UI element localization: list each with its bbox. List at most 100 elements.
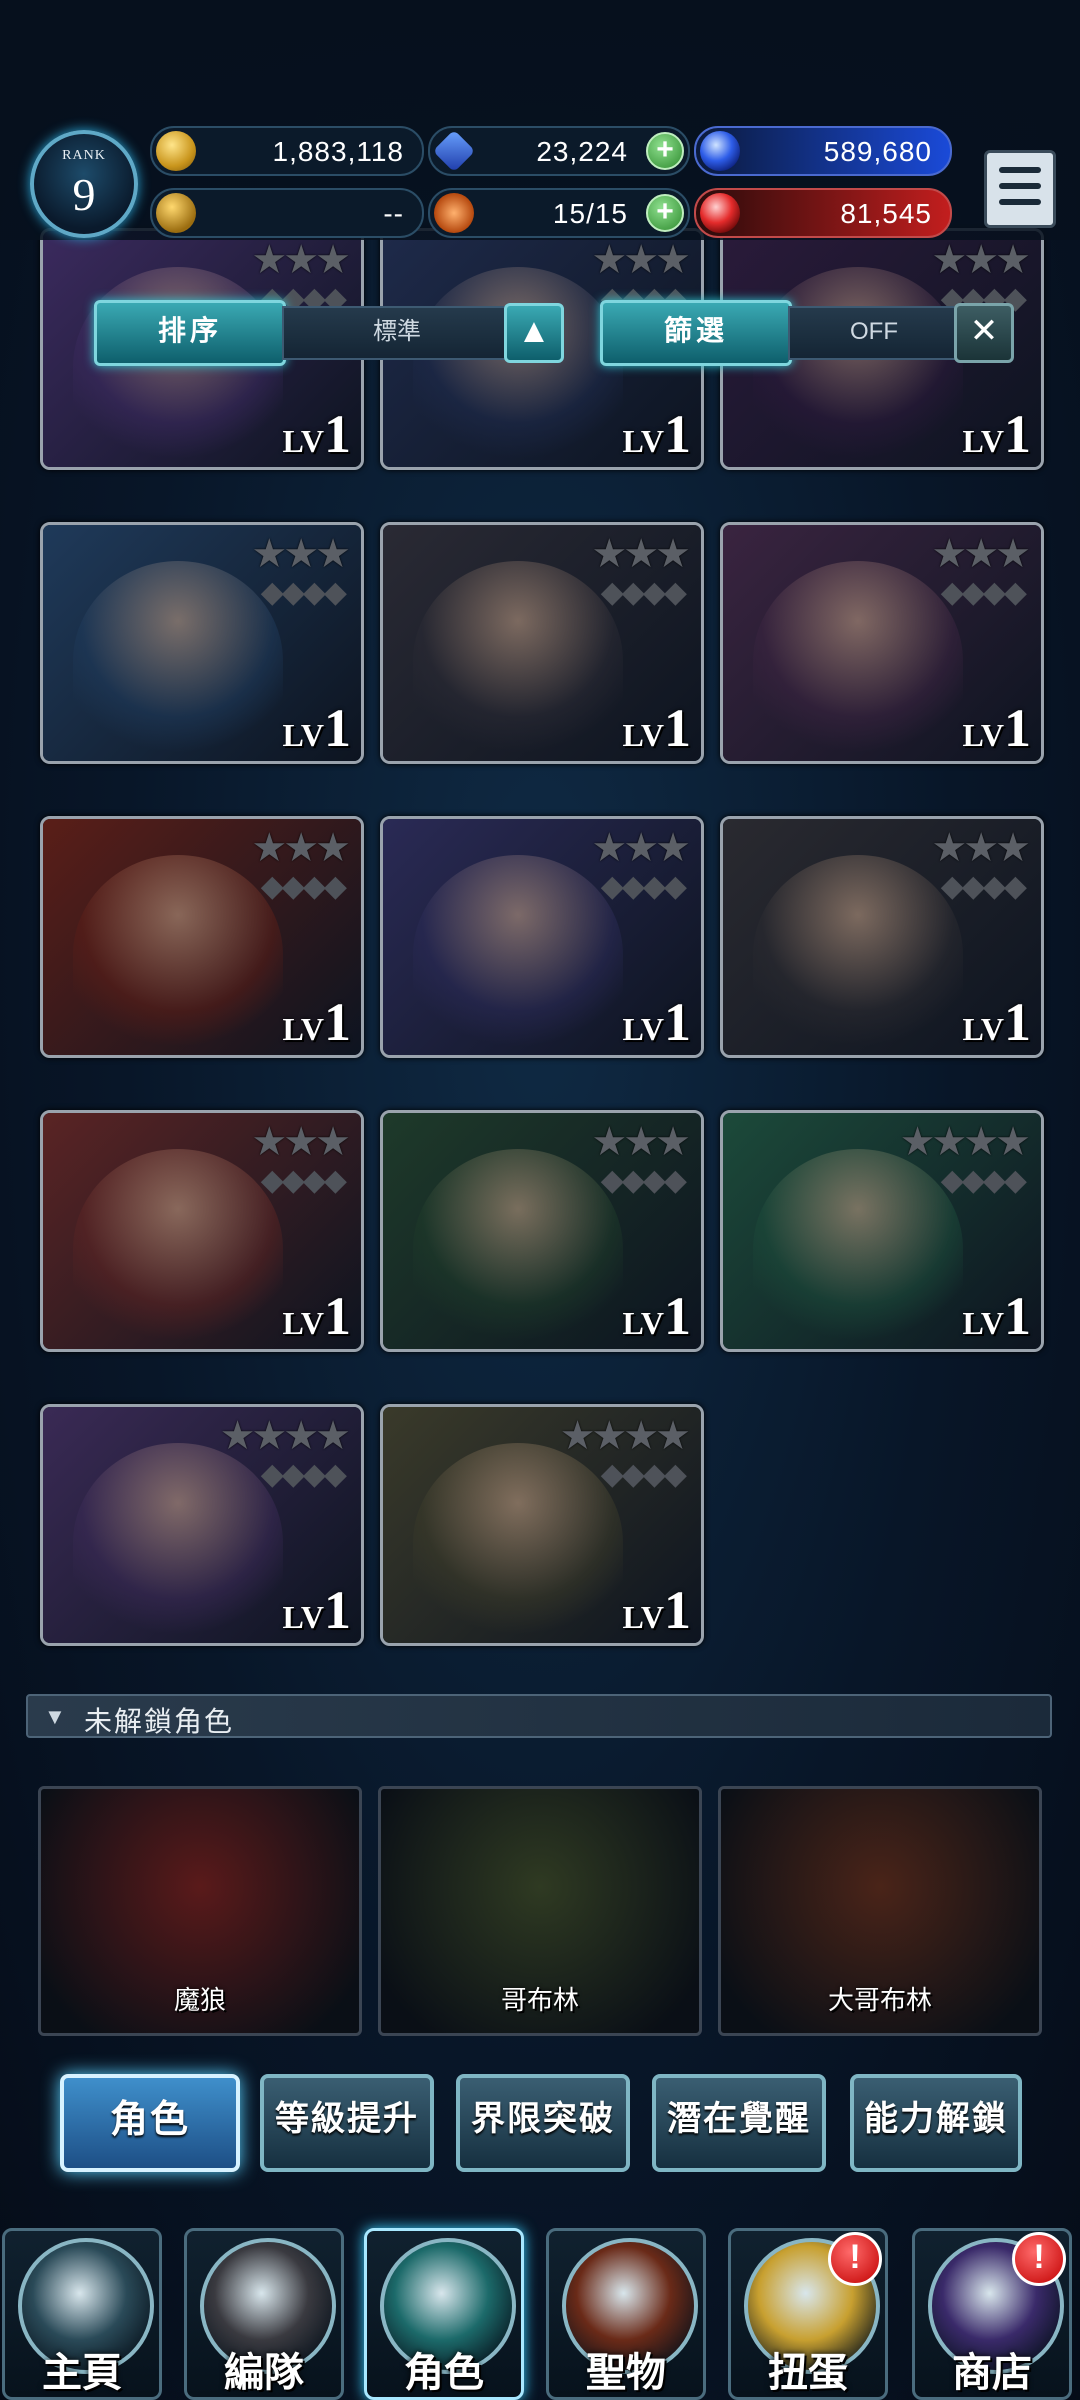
rarity-stars-icon: ★★★★ [219,1414,351,1458]
menu-button[interactable] [984,150,1056,228]
character-silhouette [413,1149,623,1349]
character-card[interactable]: ★★★ ◆◆◆◆ LV1 [380,816,704,1058]
character-level: LV1 [282,697,351,759]
rank-badge[interactable]: RANK 9 [30,130,138,238]
tab-1[interactable]: 等級提升 [260,2074,434,2172]
nav-home[interactable]: 主頁 [2,2228,162,2400]
rarity-stars-icon: ★★★ [251,1120,351,1164]
tab-0[interactable]: 角色 [60,2074,240,2172]
filter-value[interactable]: OFF [788,306,960,360]
character-level: LV1 [282,403,351,465]
add-gems-button[interactable]: + [646,132,684,170]
level-prefix: LV [622,1305,664,1341]
level-prefix: LV [282,423,324,459]
character-silhouette [753,267,963,467]
character-card[interactable]: ★★★ ◆◆◆◆ LV1 [40,522,364,764]
rarity-stars-icon: ★★★ [251,826,351,870]
character-card[interactable]: ★★★ ◆◆◆◆ LV1 [720,522,1044,764]
nav-relic[interactable]: 聖物 [546,2228,706,2400]
character-level: LV1 [622,1285,691,1347]
red-orb-counter: 81,545 [694,188,952,238]
filter-button[interactable]: 篩選 [600,300,792,366]
nav-label: 聖物 [586,2350,666,2395]
nav-label: 編隊 [224,2350,304,2395]
character-card[interactable]: ★★★ ◆◆◆◆ LV1 [40,1110,364,1352]
character-card[interactable]: ★★★ ◆◆◆◆ LV1 [40,816,364,1058]
gem-counter: 23,224 + [428,126,690,176]
character-silhouette [753,561,963,761]
awakening-diamonds-icon: ◆◆◆◆ [940,1164,1027,1197]
locked-section-title: 未解鎖角色 [84,1706,235,1737]
level-prefix: LV [282,1305,324,1341]
character-level: LV1 [282,991,351,1053]
locked-character-card[interactable]: 哥布林 [378,1786,702,2036]
locked-character-name: 大哥布林 [827,1985,932,2015]
gem-icon [432,129,476,173]
nav-character[interactable]: 角色 [364,2228,524,2400]
character-card[interactable]: ★★★★ ◆◆◆◆ LV1 [40,1404,364,1646]
character-level: LV1 [282,1285,351,1347]
character-silhouette [73,1149,283,1349]
rarity-stars-icon: ★★★ [931,532,1031,576]
collapse-triangle-icon: ▼ [44,1704,66,1729]
character-level: LV1 [962,1285,1031,1347]
filter-clear-button[interactable]: ✕ [954,303,1014,363]
character-silhouette [413,561,623,761]
character-level: LV1 [622,697,691,759]
rarity-stars-icon: ★★★ [591,826,691,870]
nav-shop[interactable]: ! 商店 [912,2228,1072,2400]
rarity-stars-icon: ★★★ [931,826,1031,870]
tab-2[interactable]: 界限突破 [456,2074,630,2172]
level-prefix: LV [622,1599,664,1635]
character-silhouette [753,855,963,1055]
rank-label: RANK [62,148,106,163]
locked-characters-header[interactable]: ▼ 未解鎖角色 [26,1694,1052,1738]
nav-gacha[interactable]: ! 扭蛋 [728,2228,888,2400]
sort-direction-button[interactable]: ▲ [504,303,564,363]
sort-value[interactable]: 標準 [282,306,512,360]
tab-3[interactable]: 潛在覺醒 [652,2074,826,2172]
locked-character-card[interactable]: 魔狼 [38,1786,362,2036]
character-card[interactable]: ★★★ ◆◆◆◆ LV1 [720,816,1044,1058]
character-card[interactable]: ★★★★ ◆◆◆◆ LV1 [380,1404,704,1646]
awakening-diamonds-icon: ◆◆◆◆ [600,576,687,609]
red-orb-icon [700,193,740,233]
character-card[interactable]: ★★★ ◆◆◆◆ LV1 [380,522,704,764]
level-value: 1 [324,1286,351,1346]
tab-4[interactable]: 能力解鎖 [850,2074,1022,2172]
character-card[interactable]: ★★★★ ◆◆◆◆ LV1 [720,1110,1044,1352]
level-value: 1 [664,1580,691,1640]
stamina-counter: 15/15 + [428,188,690,238]
awakening-diamonds-icon: ◆◆◆◆ [600,1164,687,1197]
level-value: 1 [324,698,351,758]
nav-party[interactable]: 編隊 [184,2228,344,2400]
character-card[interactable]: ★★★ ◆◆◆◆ LV1 [380,1110,704,1352]
notification-badge-icon: ! [828,2232,882,2286]
level-value: 1 [1004,1286,1031,1346]
level-value: 1 [664,992,691,1052]
nav-label: 主頁 [42,2350,122,2395]
awakening-diamonds-icon: ◆◆◆◆ [600,1458,687,1491]
level-prefix: LV [282,717,324,753]
character-silhouette [73,561,283,761]
locked-character-card[interactable]: 大哥布林 [718,1786,1042,2036]
stamina-value: 15/15 [552,198,628,229]
add-stamina-button[interactable]: + [646,194,684,232]
character-silhouette [413,1443,623,1643]
rank-value: 9 [72,169,96,220]
awakening-diamonds-icon: ◆◆◆◆ [260,870,347,903]
level-value: 1 [664,404,691,464]
level-prefix: LV [962,1011,1004,1047]
rarity-stars-icon: ★★★★ [899,1120,1031,1164]
awakening-diamonds-icon: ◆◆◆◆ [600,870,687,903]
level-value: 1 [324,992,351,1052]
awakening-diamonds-icon: ◆◆◆◆ [260,576,347,609]
level-prefix: LV [622,423,664,459]
trophy-counter: -- [150,188,424,238]
character-silhouette [73,855,283,1055]
sort-button[interactable]: 排序 [94,300,286,366]
gem-value: 23,224 [536,136,628,167]
menu-bar-icon [999,183,1041,189]
awakening-diamonds-icon: ◆◆◆◆ [260,1164,347,1197]
notification-badge-icon: ! [1012,2232,1066,2286]
